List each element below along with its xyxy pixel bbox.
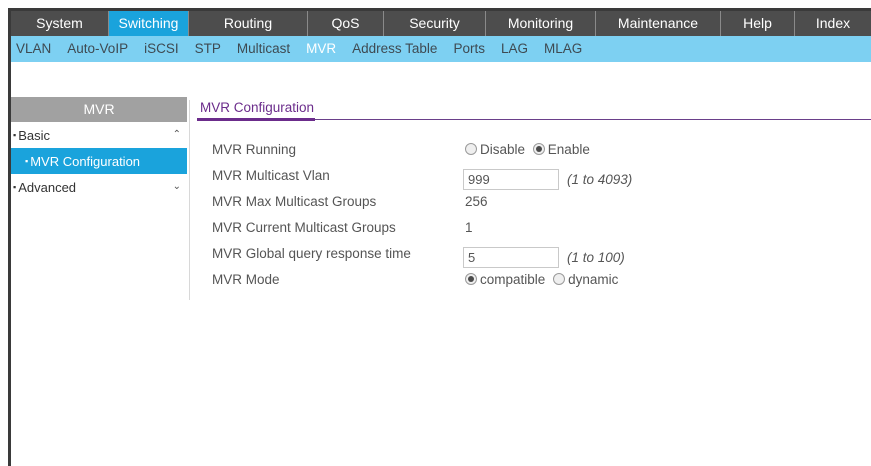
row-current-groups: MVR Current Multicast Groups 1 (197, 215, 871, 241)
sub-menu: VLAN Auto-VoIP iSCSI STP Multicast MVR A… (11, 36, 871, 62)
mvr-running-label: MVR Running (212, 142, 297, 157)
sub-menu-mlag[interactable]: MLAG (544, 36, 582, 62)
row-mvr-mode: MVR Mode compatible dynamic (197, 267, 871, 293)
nav-item-basic[interactable]: ▪ Basic ⌃ (11, 122, 187, 148)
row-mvr-running: MVR Running Disable Enable (197, 137, 871, 163)
multicast-vlan-input[interactable]: 999 (463, 169, 559, 190)
nav-item-mvr-configuration[interactable]: ▪ MVR Configuration (11, 148, 187, 174)
multicast-vlan-label: MVR Multicast Vlan (212, 168, 330, 183)
mvr-mode-dynamic-option[interactable]: dynamic (553, 272, 618, 287)
tab-header: MVR Configuration (197, 97, 871, 121)
current-groups-label: MVR Current Multicast Groups (212, 220, 396, 235)
sub-menu-auto-voip[interactable]: Auto-VoIP (67, 36, 128, 62)
multicast-vlan-range: (1 to 4093) (567, 172, 633, 187)
mvr-running-disable-option[interactable]: Disable (465, 142, 525, 157)
radio-disable-label: Disable (480, 142, 526, 157)
query-response-time-label: MVR Global query response time (212, 246, 411, 261)
sub-menu-mvr[interactable]: MVR (306, 36, 336, 62)
nav-item-basic-label: Basic (18, 128, 50, 143)
top-menu: System Switching Routing QoS Security Mo… (11, 11, 871, 36)
sub-menu-lag[interactable]: LAG (501, 36, 528, 62)
top-menu-system[interactable]: System (11, 11, 109, 36)
sub-menu-vlan[interactable]: VLAN (16, 36, 51, 62)
row-query-response-time: MVR Global query response time 5 (1 to 1… (197, 241, 871, 268)
mvr-running-enable-option[interactable]: Enable (532, 142, 590, 157)
current-groups-value: 1 (465, 220, 473, 235)
mvr-mode-radio-group: compatible dynamic (465, 272, 622, 287)
chevron-down-icon[interactable]: ⌄ (173, 174, 181, 200)
nav-item-mvr-configuration-label: MVR Configuration (30, 154, 141, 169)
top-menu-qos[interactable]: QoS (308, 11, 384, 36)
mvr-mode-label: MVR Mode (212, 272, 280, 287)
chevron-up-icon[interactable]: ⌃ (173, 122, 181, 148)
sub-menu-stp[interactable]: STP (195, 36, 221, 62)
left-nav: MVR ▪ Basic ⌃ ▪ MVR Configuration ▪ Advance… (11, 97, 187, 200)
top-menu-routing[interactable]: Routing (189, 11, 308, 36)
bullet-icon: ▪ (13, 130, 17, 140)
nav-divider (189, 100, 190, 300)
tab-mvr-configuration[interactable]: MVR Configuration (200, 100, 314, 115)
top-menu-maintenance[interactable]: Maintenance (596, 11, 721, 36)
sub-menu-address-table[interactable]: Address Table (352, 36, 437, 62)
radio-dynamic[interactable] (553, 273, 566, 285)
top-menu-switching[interactable]: Switching (109, 11, 189, 36)
sub-menu-multicast[interactable]: Multicast (237, 36, 290, 62)
content-panel: MVR Configuration MVR Running Disable En… (197, 97, 871, 287)
sub-menu-iscsi[interactable]: iSCSI (144, 36, 179, 62)
top-menu-index[interactable]: Index (795, 11, 871, 36)
radio-enable-label: Enable (547, 142, 590, 157)
query-response-time-range: (1 to 100) (567, 250, 625, 265)
sub-menu-ports[interactable]: Ports (453, 36, 485, 62)
top-menu-help[interactable]: Help (721, 11, 795, 36)
radio-enable[interactable] (532, 143, 545, 155)
radio-compatible[interactable] (465, 273, 477, 285)
nav-item-advanced-label: Advanced (18, 180, 77, 195)
query-response-time-input[interactable]: 5 (463, 247, 559, 268)
bullet-icon: ▪ (25, 156, 29, 166)
max-groups-label: MVR Max Multicast Groups (212, 194, 377, 209)
tab-underline (197, 118, 315, 121)
radio-compatible-label: compatible (480, 272, 546, 287)
nav-item-advanced[interactable]: ▪ Advanced ⌄ (11, 174, 187, 200)
mvr-mode-compatible-option[interactable]: compatible (465, 272, 545, 287)
radio-disable[interactable] (465, 143, 477, 155)
max-groups-value: 256 (465, 194, 488, 209)
row-multicast-vlan: MVR Multicast Vlan 999 (1 to 4093) (197, 163, 871, 190)
row-max-groups: MVR Max Multicast Groups 256 (197, 189, 871, 215)
top-menu-monitoring[interactable]: Monitoring (486, 11, 596, 36)
bullet-icon: ▪ (13, 182, 17, 192)
app-frame: System Switching Routing QoS Security Mo… (8, 8, 871, 466)
left-nav-header: MVR (11, 97, 187, 122)
top-menu-security[interactable]: Security (384, 11, 486, 36)
radio-dynamic-label: dynamic (568, 272, 619, 287)
mvr-running-radio-group: Disable Enable (465, 142, 594, 157)
